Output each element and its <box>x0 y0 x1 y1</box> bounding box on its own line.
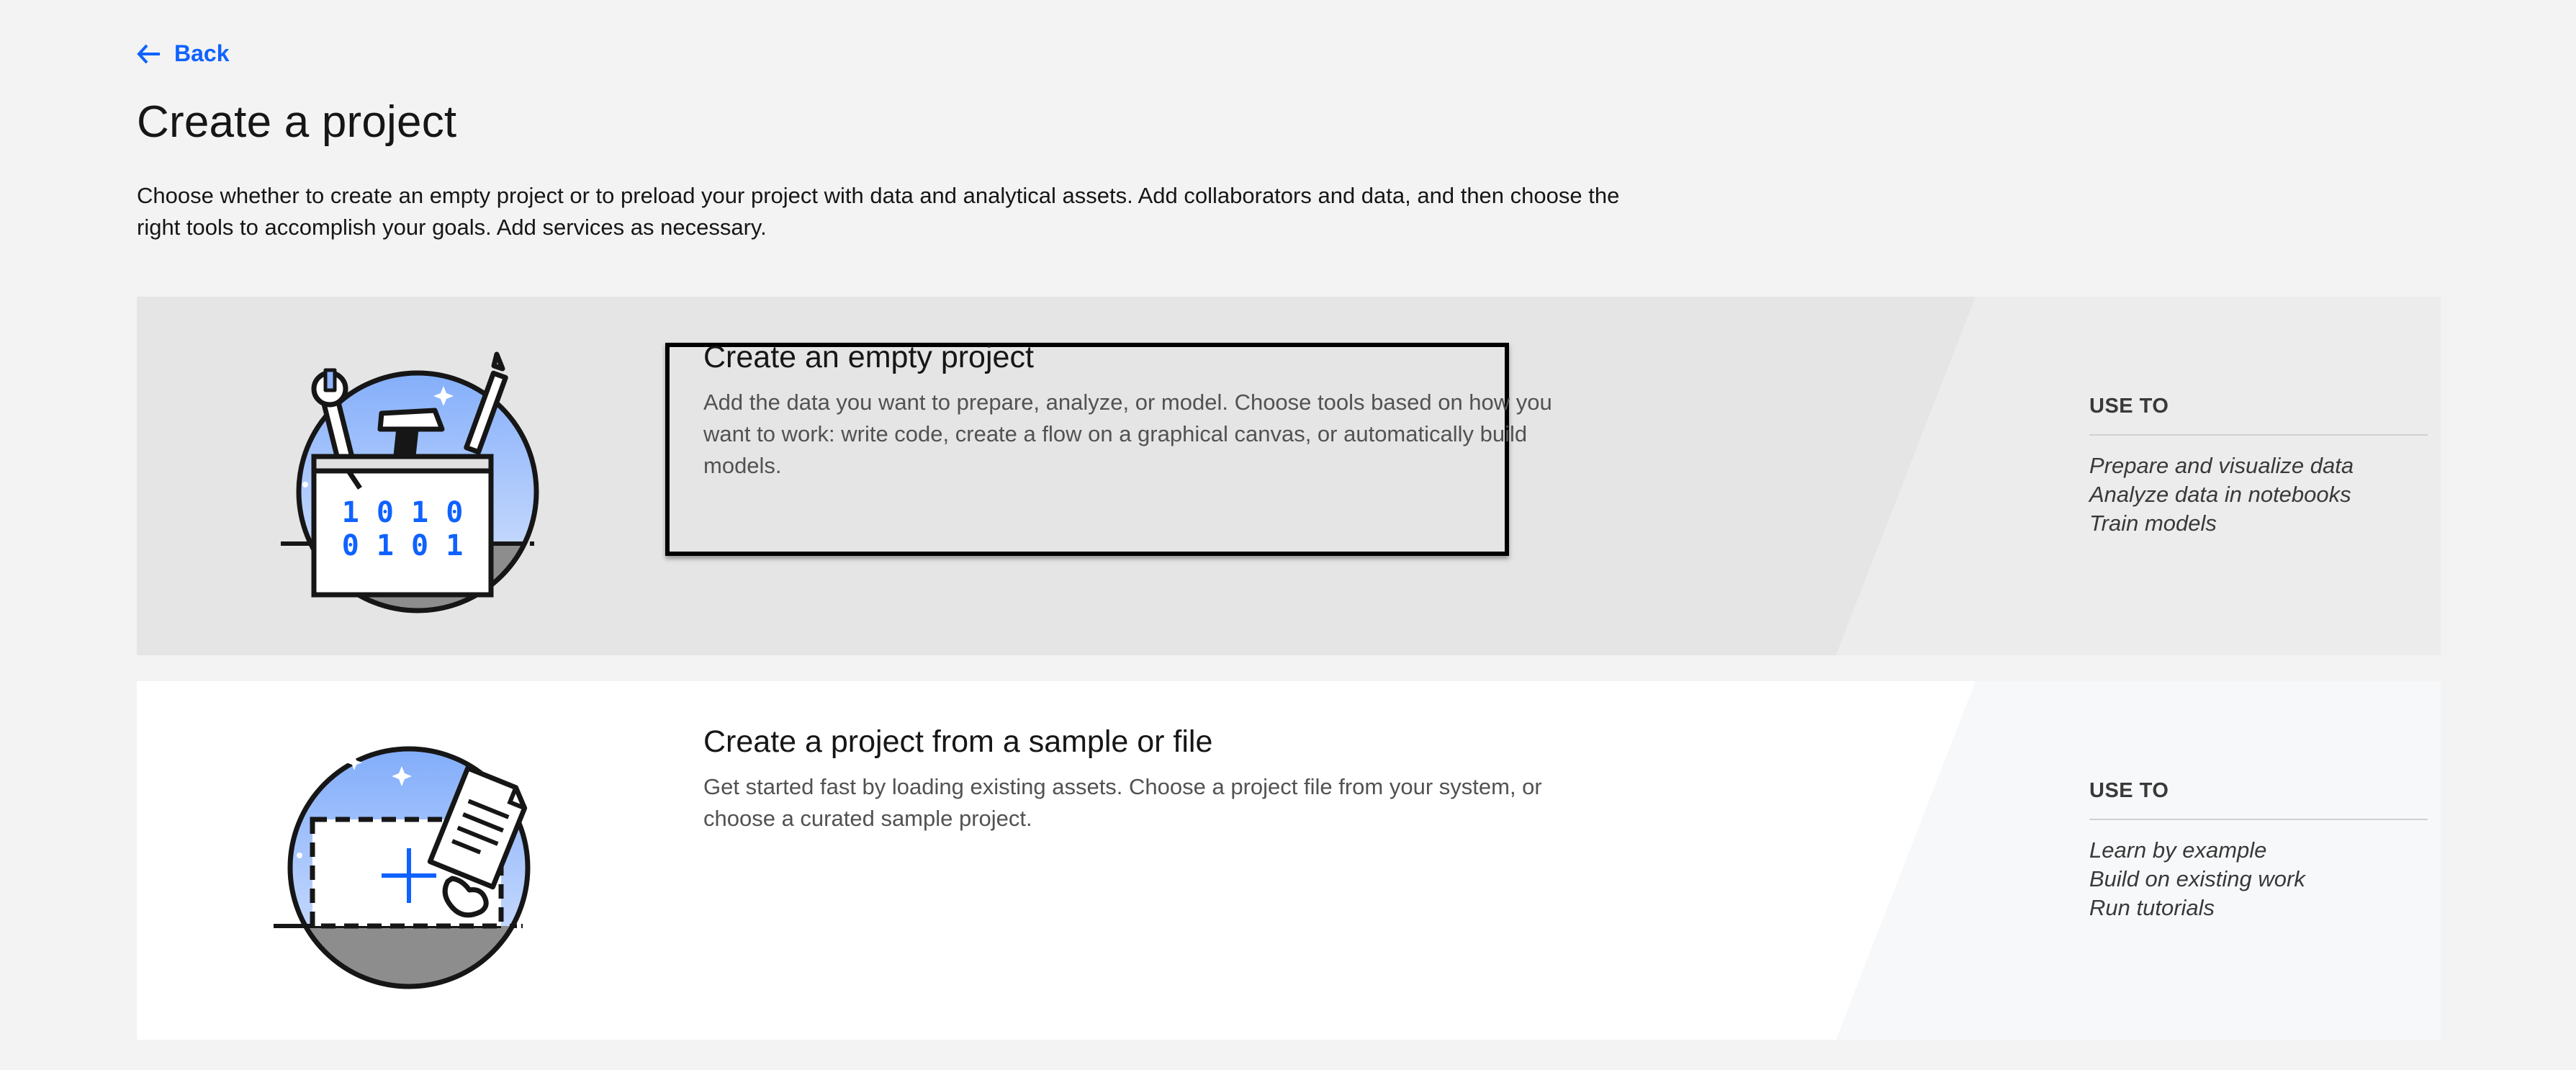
page-title: Create a project <box>137 97 457 147</box>
page-description: Choose whether to create an empty projec… <box>137 183 1620 240</box>
use-to-heading: USE TO <box>2089 779 2428 820</box>
upload-file-illustration <box>274 746 531 989</box>
toolbox-illustration: 1 0 1 0 0 1 0 1 <box>281 351 539 613</box>
binary-line-1: 1 0 1 0 <box>342 496 464 529</box>
arrow-left-icon <box>137 44 160 63</box>
use-to-item: Prepare and visualize data <box>2089 453 2354 478</box>
sample-project-card[interactable]: Create a project from a sample or file G… <box>137 681 2441 1040</box>
card-description: Add the data you want to prepare, analyz… <box>703 390 1552 478</box>
use-to-item: Build on existing work <box>2089 866 2305 891</box>
use-to-item: Train models <box>2089 511 2217 536</box>
binary-line-2: 0 1 0 1 <box>342 529 464 562</box>
card-text: Create an empty project Add the data you… <box>703 340 1553 482</box>
back-label: Back <box>174 40 230 66</box>
use-to-panel: USE TO Learn by example Build on existin… <box>2089 779 2428 922</box>
card-title: Create a project from a sample or file <box>703 724 1213 759</box>
use-to-item: Run tutorials <box>2089 895 2215 920</box>
use-to-list: Learn by example Build on existing work … <box>2089 836 2428 922</box>
use-to-list: Prepare and visualize data Analyze data … <box>2089 451 2428 538</box>
use-to-panel: USE TO Prepare and visualize data Analyz… <box>2089 395 2428 538</box>
use-to-heading: USE TO <box>2089 395 2428 436</box>
card-description: Get started fast by loading existing ass… <box>703 774 1542 831</box>
back-link[interactable]: Back <box>137 40 230 67</box>
card-text: Create a project from a sample or file G… <box>703 724 1553 835</box>
empty-project-card[interactable]: 1 0 1 0 0 1 0 1 Create an empty project … <box>137 297 2441 655</box>
use-to-item: Learn by example <box>2089 837 2267 863</box>
use-to-item: Analyze data in notebooks <box>2089 482 2351 507</box>
card-title: Create an empty project <box>703 340 1034 374</box>
